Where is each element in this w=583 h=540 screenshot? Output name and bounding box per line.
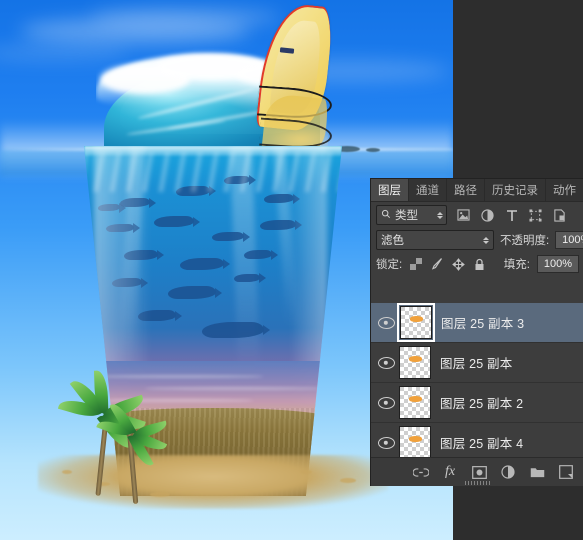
layer-thumbnail[interactable] <box>397 303 435 342</box>
add-layer-mask-button[interactable] <box>471 464 487 480</box>
tab-paths[interactable]: 路径 <box>447 179 485 201</box>
photoshop-workspace: 图层 通道 路径 历史记录 动作 类型 滤色 不透明度: 100 锁定: 填充:… <box>0 0 583 540</box>
palm-tree <box>96 400 180 506</box>
table-row[interactable]: 图层 25 副本 <box>371 343 583 383</box>
filter-type-layers-icon[interactable] <box>504 208 519 223</box>
chevron-updown-icon[interactable] <box>483 236 489 244</box>
tab-paths-label: 路径 <box>454 185 477 197</box>
tab-channels-label: 通道 <box>416 185 439 197</box>
lock-row: 锁定: 填充: 100% <box>371 252 583 276</box>
fill-label: 填充: <box>503 259 530 271</box>
tab-actions[interactable]: 动作 <box>546 179 583 201</box>
layer-filter-row: 类型 <box>371 202 583 228</box>
layers-panel[interactable]: 图层 通道 路径 历史记录 动作 类型 滤色 不透明度: 100 锁定: 填充:… <box>370 178 583 486</box>
filter-kind-select[interactable]: 类型 <box>376 205 447 225</box>
panel-tab-bar: 图层 通道 路径 历史记录 动作 <box>371 179 583 202</box>
filter-pixel-layers-icon[interactable] <box>456 208 471 223</box>
layer-thumbnail[interactable] <box>399 426 431 458</box>
windsurf-sail <box>252 0 344 164</box>
chevron-updown-icon[interactable] <box>437 211 443 219</box>
tab-history-label: 历史记录 <box>492 185 538 197</box>
search-icon <box>381 209 391 222</box>
layer-visibility-toggle[interactable] <box>373 356 399 369</box>
blend-mode-row: 滤色 不透明度: 100% <box>371 228 583 252</box>
filter-smart-object-icon[interactable] <box>552 208 567 223</box>
layers-panel-toolbar: fx <box>371 457 583 486</box>
eye-icon <box>377 396 395 409</box>
tab-layers[interactable]: 图层 <box>371 179 409 201</box>
link-layers-button[interactable] <box>413 464 429 480</box>
table-row[interactable]: 图层 25 副本 4 <box>371 423 583 458</box>
tab-layers-label: 图层 <box>378 185 401 197</box>
layer-thumbnail[interactable] <box>399 386 431 419</box>
layer-thumbnail[interactable] <box>399 346 431 379</box>
layer-name-label: 图层 25 副本 2 <box>440 397 524 411</box>
filter-adjustment-layers-icon[interactable] <box>480 208 495 223</box>
table-row[interactable]: 图层 25 副本 2 <box>371 383 583 423</box>
layer-style-fx-button[interactable]: fx <box>442 464 458 480</box>
new-group-button[interactable] <box>529 464 545 480</box>
table-row[interactable]: 图层 25 副本 3 <box>371 303 583 343</box>
layer-name-label: 图层 25 副本 4 <box>440 437 524 451</box>
lock-transparent-pixels-icon[interactable] <box>409 257 423 271</box>
lock-position-icon[interactable] <box>451 257 465 271</box>
lock-label: 锁定: <box>376 259 403 271</box>
new-layer-button[interactable] <box>558 464 574 480</box>
fill-value[interactable]: 100% <box>537 255 579 273</box>
opacity-label: 不透明度: <box>500 235 550 247</box>
blend-mode-select[interactable]: 滤色 <box>376 230 494 250</box>
new-adjustment-layer-button[interactable] <box>500 464 516 480</box>
filter-kind-label: 类型 <box>395 210 418 222</box>
panel-resize-grip[interactable] <box>464 481 491 485</box>
tab-channels[interactable]: 通道 <box>409 179 447 201</box>
eye-icon <box>377 356 395 369</box>
opacity-value[interactable]: 100% <box>555 231 583 249</box>
layer-visibility-toggle[interactable] <box>373 436 399 449</box>
eye-icon <box>377 436 395 449</box>
filter-shape-layers-icon[interactable] <box>528 208 543 223</box>
eye-icon <box>377 316 395 329</box>
lock-image-pixels-icon[interactable] <box>430 257 444 271</box>
distant-island <box>366 148 380 152</box>
tab-history[interactable]: 历史记录 <box>485 179 546 201</box>
layer-visibility-toggle[interactable] <box>373 396 399 409</box>
blend-mode-value: 滤色 <box>381 235 404 247</box>
layer-visibility-toggle[interactable] <box>373 316 399 329</box>
layer-list[interactable]: 图层 25 副本 3 图层 25 副本 图层 25 副本 2 图层 25 副本 … <box>371 303 583 458</box>
lock-all-icon[interactable] <box>472 257 486 271</box>
layer-name-label: 图层 25 副本 3 <box>441 317 525 331</box>
layer-name-label: 图层 25 副本 <box>440 357 513 371</box>
tab-actions-label: 动作 <box>553 185 576 197</box>
